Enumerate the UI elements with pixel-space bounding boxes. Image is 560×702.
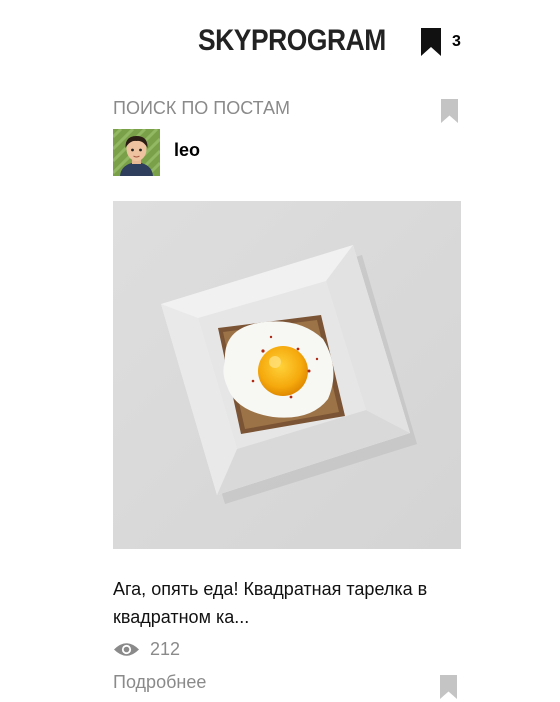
search-bar[interactable]: ПОИСК ПО ПОСТАМ — [113, 98, 461, 126]
author-name[interactable]: leo — [174, 140, 200, 161]
bookmark-count: 3 — [452, 33, 461, 50]
post-image[interactable] — [113, 201, 461, 549]
search-label[interactable]: ПОИСК ПО ПОСТАМ — [113, 98, 290, 118]
eye-icon — [114, 643, 139, 656]
bookmark-icon[interactable] — [420, 27, 442, 57]
site-logo[interactable]: SKYPROGRAM — [198, 24, 386, 58]
views-count: 212 — [150, 639, 181, 659]
bookmark-icon[interactable] — [441, 99, 458, 123]
post-author[interactable]: leo — [113, 129, 200, 176]
page: SKYPROGRAM 3 ПОИСК ПО ПОСТАМ leo Ага, оп… — [0, 0, 560, 702]
bookmarks-counter[interactable]: 3 — [420, 27, 461, 57]
bookmark-icon[interactable] — [440, 675, 457, 699]
avatar[interactable] — [113, 129, 160, 176]
post-caption: Ага, опять еда! Квадратная тарелка в ква… — [113, 579, 428, 627]
read-more-link[interactable]: Подробнее — [113, 672, 206, 693]
post-views: 212 — [113, 639, 180, 660]
